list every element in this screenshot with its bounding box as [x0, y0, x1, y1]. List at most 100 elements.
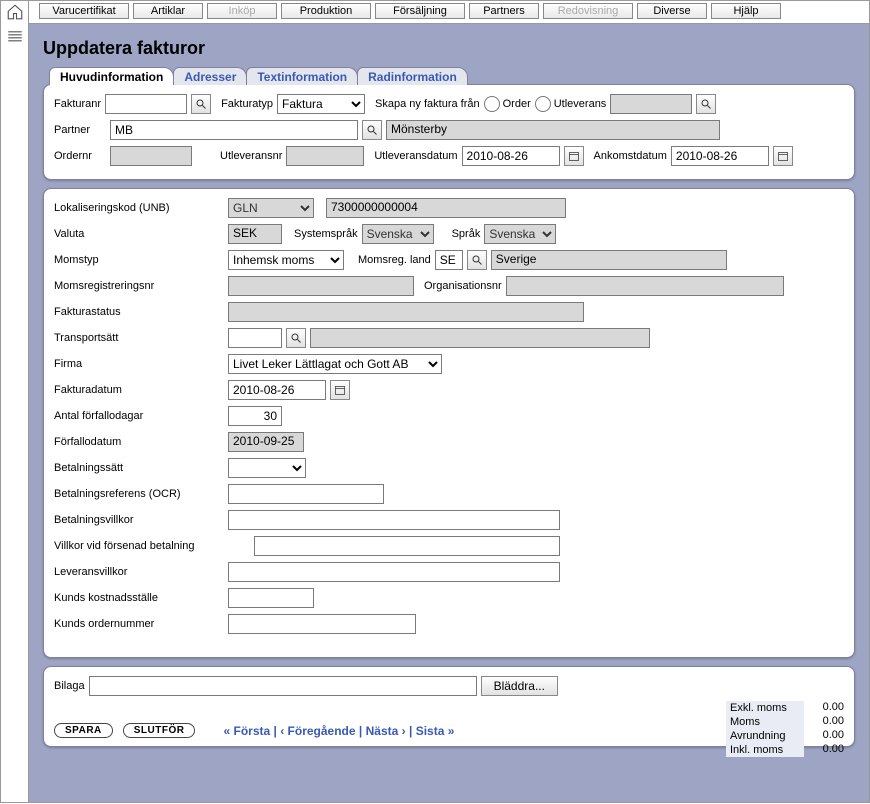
- pagination-nav: « Första | ‹ Föregående | Nästa › | Sist…: [223, 724, 454, 738]
- browse-button[interactable]: Bläddra...: [481, 676, 558, 696]
- ankomstdatum-calendar-icon[interactable]: [773, 146, 793, 166]
- home-icon[interactable]: [6, 3, 24, 24]
- tab-huvudinformation[interactable]: Huvudinformation: [49, 67, 174, 85]
- fakturadatum-label: Fakturadatum: [54, 384, 224, 396]
- transport-code-input[interactable]: [228, 328, 282, 348]
- nav-prev[interactable]: ‹ Föregående: [280, 724, 355, 738]
- leveransvillkor-label: Leveransvillkor: [54, 566, 224, 578]
- systemsprak-select: Svenska: [362, 224, 434, 244]
- ankomstdatum-label: Ankomstdatum: [594, 150, 667, 162]
- nav-next[interactable]: Nästa ›: [366, 724, 406, 738]
- top-menu-bar: Varucertifikat Artiklar Inköp Produktion…: [29, 1, 869, 24]
- nav-last[interactable]: Sista »: [416, 724, 455, 738]
- betvillkor-input[interactable]: [228, 510, 560, 530]
- momsreg-land-label: Momsreg. land: [358, 254, 431, 266]
- partner-name-readonly: Mönsterby: [386, 120, 720, 140]
- save-button[interactable]: SPARA: [54, 723, 113, 738]
- forfallodagar-input[interactable]: [228, 406, 282, 426]
- menu-icon[interactable]: [6, 28, 24, 49]
- ocr-input[interactable]: [228, 484, 384, 504]
- momsregnr-label: Momsregistreringsnr: [54, 280, 224, 292]
- menu-partners[interactable]: Partners: [469, 3, 539, 19]
- momstyp-label: Momstyp: [54, 254, 224, 266]
- tab-radinformation[interactable]: Radinformation: [357, 67, 468, 85]
- fakturatyp-label: Fakturatyp: [221, 98, 273, 110]
- fakturanr-input[interactable]: [105, 94, 187, 114]
- ankomstdatum-input[interactable]: [671, 146, 769, 166]
- utleveransdatum-calendar-icon[interactable]: [564, 146, 584, 166]
- tab-textinformation[interactable]: Textinformation: [246, 67, 358, 85]
- utleveransnr-label: Utleveransnr: [220, 150, 282, 162]
- transport-search-icon[interactable]: [286, 328, 306, 348]
- firma-select[interactable]: Livet Leker Lättlagat och Gott AB: [228, 354, 442, 374]
- utleverans-search-icon[interactable]: [696, 94, 716, 114]
- utleveransdatum-input[interactable]: [462, 146, 560, 166]
- firma-label: Firma: [54, 358, 224, 370]
- tot-exkl-label: Exkl. moms: [726, 701, 804, 715]
- leveransvillkor-input[interactable]: [228, 562, 560, 582]
- ordernr-readonly: [110, 146, 192, 166]
- menu-produktion[interactable]: Produktion: [281, 3, 371, 19]
- partner-label: Partner: [54, 124, 106, 136]
- ocr-label: Betalningsreferens (OCR): [54, 488, 224, 500]
- partner-code-input[interactable]: [110, 120, 358, 140]
- forfallodatum-label: Förfallodatum: [54, 436, 224, 448]
- tot-avr-val: 0.00: [810, 729, 844, 743]
- fakturanr-label: Fakturanr: [54, 98, 101, 110]
- bilaga-input[interactable]: [89, 676, 477, 696]
- kostnadsstalle-input[interactable]: [228, 588, 314, 608]
- skapa-label: Skapa ny faktura från: [375, 98, 480, 110]
- tot-exkl-val: 0.00: [810, 701, 844, 715]
- betvillkor-label: Betalningsvillkor: [54, 514, 224, 526]
- lokkod-type-select: GLN: [228, 198, 314, 218]
- fakturadatum-calendar-icon[interactable]: [330, 380, 350, 400]
- menu-artiklar[interactable]: Artiklar: [133, 3, 203, 19]
- nav-first[interactable]: « Första: [223, 724, 270, 738]
- momsreg-land-name-readonly: Sverige: [491, 250, 727, 270]
- menu-hjalp[interactable]: Hjälp: [711, 3, 781, 19]
- utleverans-opt-label: Utleverans: [554, 98, 607, 110]
- menu-varucertifikat[interactable]: Varucertifikat: [39, 3, 129, 19]
- forsenad-label: Villkor vid försenad betalning: [54, 540, 250, 552]
- fakturatyp-select[interactable]: Faktura: [277, 94, 365, 114]
- finish-button[interactable]: SLUTFÖR: [123, 723, 196, 738]
- sprak-select: Svenska: [484, 224, 556, 244]
- totals-block: Exkl. moms0.00 Moms0.00 Avrundning0.00 I…: [726, 701, 844, 757]
- betalningssatt-label: Betalningssätt: [54, 462, 224, 474]
- tot-avr-label: Avrundning: [726, 729, 804, 743]
- menu-diverse[interactable]: Diverse: [637, 3, 707, 19]
- fakturastatus-readonly: [228, 302, 584, 322]
- fakturastatus-label: Fakturastatus: [54, 306, 224, 318]
- systemsprak-label: Systemspråk: [294, 228, 358, 240]
- ordernr-label: Ordernr: [54, 150, 106, 162]
- momstyp-select[interactable]: Inhemsk moms: [228, 250, 344, 270]
- utleverans-radio[interactable]: [535, 96, 551, 112]
- lokkod-label: Lokaliseringskod (UNB): [54, 202, 224, 214]
- menu-redovisning: Redovisning: [543, 3, 633, 19]
- lokkod-val-readonly: 7300000000004: [326, 198, 566, 218]
- betalningssatt-select[interactable]: [228, 458, 306, 478]
- utleveransdatum-label: Utleveransdatum: [374, 150, 457, 162]
- momsreg-land-code-input[interactable]: [435, 250, 463, 270]
- menu-forsaljning[interactable]: Försäljning: [375, 3, 465, 19]
- tot-moms-label: Moms: [726, 715, 804, 729]
- menu-inkop: Inköp: [207, 3, 277, 19]
- body-panel: Lokaliseringskod (UNB) GLN 7300000000004…: [43, 188, 855, 658]
- orgnr-readonly: [506, 276, 784, 296]
- order-radio[interactable]: [484, 96, 500, 112]
- forfallodatum-readonly: 2010-09-25: [228, 432, 304, 452]
- kundorder-input[interactable]: [228, 614, 416, 634]
- tab-adresser[interactable]: Adresser: [173, 67, 247, 85]
- transport-label: Transportsätt: [54, 332, 224, 344]
- footer-panel: Bilaga Bläddra... Exkl. moms0.00 Moms0.0…: [43, 666, 855, 747]
- transport-name-readonly: [310, 328, 650, 348]
- momsreg-land-search-icon[interactable]: [467, 250, 487, 270]
- valuta-readonly: SEK: [228, 224, 282, 244]
- page-title: Uppdatera fakturor: [43, 38, 855, 59]
- forsenad-input[interactable]: [254, 536, 560, 556]
- kostnadsstalle-label: Kunds kostnadsställe: [54, 592, 224, 604]
- partner-search-icon[interactable]: [362, 120, 382, 140]
- fakturadatum-input[interactable]: [228, 380, 326, 400]
- header-panel: Fakturanr Fakturatyp Faktura Skapa ny fa…: [43, 84, 855, 180]
- fakturanr-search-icon[interactable]: [191, 94, 211, 114]
